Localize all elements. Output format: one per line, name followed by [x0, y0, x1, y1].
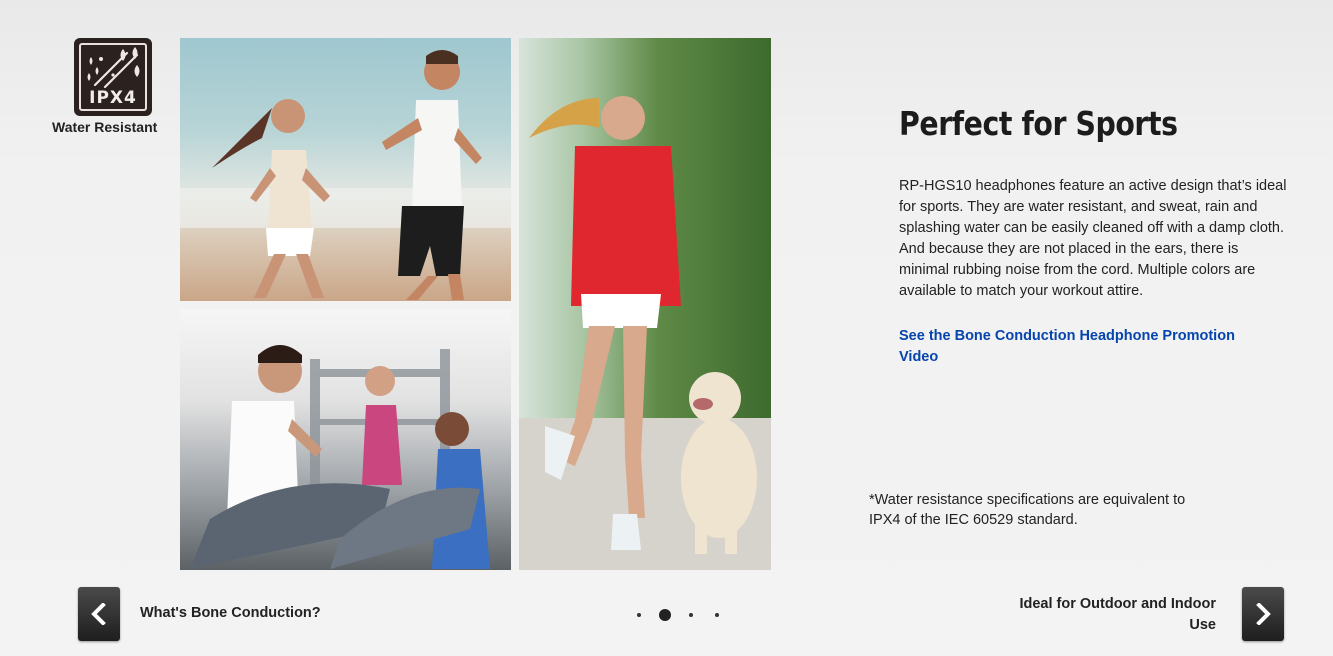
- previous-slide-button[interactable]: [78, 587, 120, 641]
- man-runner-figure: [382, 50, 482, 300]
- woman-pink-figure: [362, 366, 402, 485]
- next-slide-button[interactable]: [1242, 587, 1284, 641]
- pagination-dot-3[interactable]: [689, 613, 693, 617]
- gym-treadmill-photo: [180, 309, 511, 570]
- carousel-pagination: [630, 606, 730, 624]
- ipx4-water-resistant-icon: IPX4: [74, 38, 152, 116]
- badge-caption: Water Resistant: [52, 119, 158, 135]
- feature-slide: IPX4 Water Resistant Perfect for Sports …: [0, 0, 1333, 656]
- pagination-dot-4[interactable]: [715, 613, 719, 617]
- park-runner-dog-photo: [519, 38, 771, 570]
- pagination-dot-2-active[interactable]: [659, 609, 671, 621]
- badge-rating: IPX4: [89, 88, 137, 108]
- feature-description: RP-HGS10 headphones feature an active de…: [899, 178, 1287, 299]
- pagination-dot-1[interactable]: [637, 613, 641, 617]
- promotion-video-link[interactable]: See the Bone Conduction Headphone Promot…: [899, 326, 1269, 368]
- chevron-right-icon: [1256, 603, 1271, 625]
- water-resistance-footnote: *Water resistance specifications are equ…: [869, 492, 1186, 528]
- beach-runners-photo: [180, 38, 511, 301]
- page-title: Perfect for Sports: [899, 104, 1178, 143]
- previous-slide-label[interactable]: What's Bone Conduction?: [140, 605, 321, 621]
- next-slide-label[interactable]: Ideal for Outdoor and Indoor Use: [990, 594, 1216, 636]
- chevron-left-icon: [91, 603, 106, 625]
